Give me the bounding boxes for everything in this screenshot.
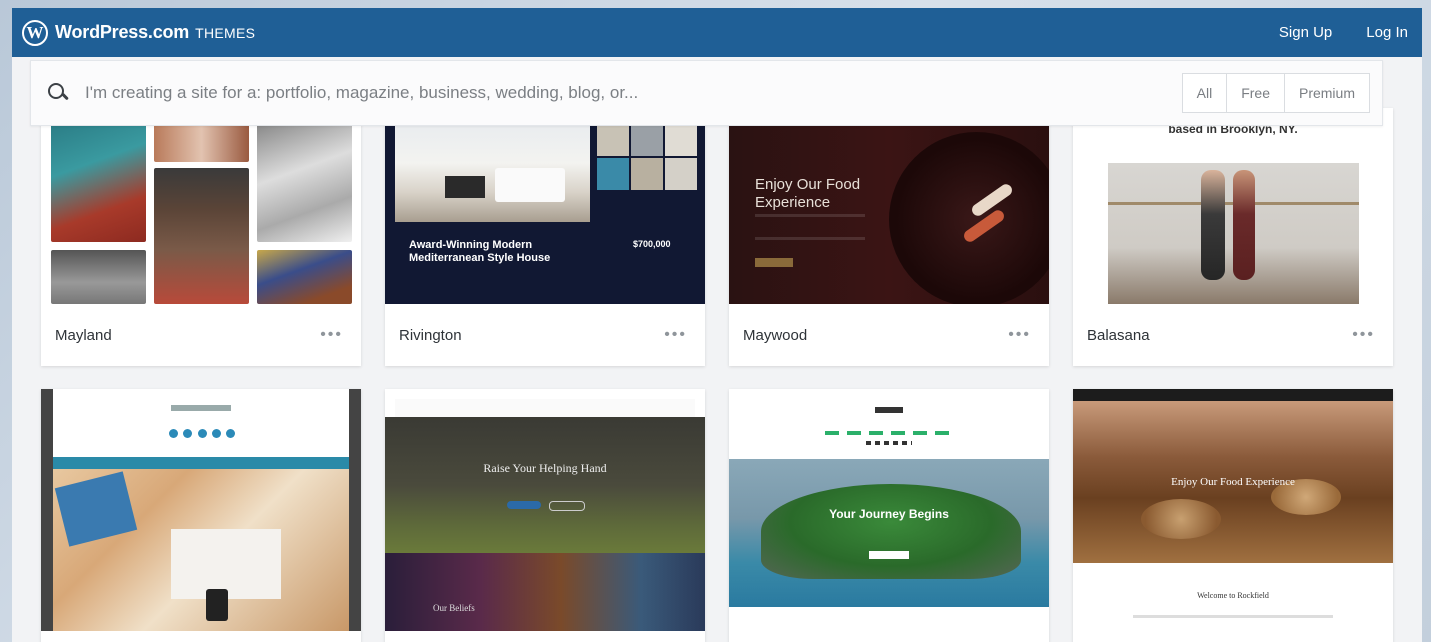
preview-title: Award-Winning Modern Mediterranean Style…	[409, 239, 551, 264]
preview-header	[395, 399, 695, 417]
preview-subtitle: Our Beliefs	[433, 603, 475, 613]
portrait-image	[154, 124, 249, 162]
portrait-image	[257, 124, 352, 242]
theme-preview: Enjoy Our Food Experience	[729, 108, 1049, 304]
theme-search-bar: All Free Premium	[30, 60, 1383, 126]
theme-preview: Award-Winning Modern Mediterranean Style…	[385, 108, 705, 304]
preview-title: Enjoy Our Food Experience	[755, 176, 861, 211]
card-footer: Balasana •••	[1073, 304, 1393, 366]
portrait-image	[51, 124, 146, 242]
preview-button	[507, 501, 541, 509]
preview-price: $700,000	[633, 239, 671, 249]
theme-card-6[interactable]: Raise Your Helping Hand Our Beliefs	[385, 389, 705, 642]
site-title-bar	[171, 405, 231, 411]
preview-button	[755, 258, 793, 267]
theme-card-7[interactable]: Your Journey Begins	[729, 389, 1049, 642]
theme-preview	[41, 389, 361, 631]
filter-premium[interactable]: Premium	[1283, 74, 1369, 112]
themes-page: W WordPress.com THEMES Sign Up Log In Al…	[12, 8, 1422, 642]
log-in-link[interactable]: Log In	[1366, 24, 1408, 41]
wordpress-logo-icon: W	[22, 19, 48, 46]
theme-name[interactable]: Mayland	[55, 327, 112, 344]
beliefs-section	[385, 553, 705, 631]
sign-up-link[interactable]: Sign Up	[1279, 24, 1332, 41]
theme-card-8[interactable]: Enjoy Our Food Experience Welcome to Roc…	[1073, 389, 1393, 642]
brand-section: THEMES	[195, 24, 256, 41]
social-icons	[866, 441, 912, 445]
card-footer: Mayland •••	[41, 304, 361, 366]
more-options-icon[interactable]: •••	[1352, 326, 1375, 344]
preview-title: Your Journey Begins	[829, 507, 949, 521]
theme-card-5[interactable]	[41, 389, 361, 642]
masthead: W WordPress.com THEMES Sign Up Log In	[12, 8, 1422, 57]
preview-title: Enjoy Our Food Experience	[1171, 476, 1295, 488]
hero-photo	[385, 417, 705, 553]
search-input[interactable]	[83, 82, 987, 104]
portrait-image	[51, 250, 146, 304]
theme-preview: Raise Your Helping Hand Our Beliefs	[385, 389, 705, 631]
theme-name[interactable]: Rivington	[399, 327, 462, 344]
preview-title: Raise Your Helping Hand	[483, 461, 607, 475]
theme-card-maywood[interactable]: Enjoy Our Food Experience Maywood •••	[729, 108, 1049, 366]
social-icons	[169, 429, 235, 439]
theme-name[interactable]: Maywood	[743, 327, 807, 344]
plate-image	[889, 132, 1049, 304]
theme-preview: Your Journey Begins	[729, 389, 1049, 631]
theme-card-mayland[interactable]: Mayland •••	[41, 108, 361, 366]
preview-nav-bar	[53, 457, 349, 469]
theme-name[interactable]: Balasana	[1087, 327, 1150, 344]
brand[interactable]: W WordPress.com THEMES	[22, 19, 256, 46]
preview-subtitle: Welcome to Rockfield	[1197, 591, 1269, 600]
preview-button	[549, 501, 585, 511]
search-icon[interactable]	[47, 82, 69, 104]
preview-button	[869, 551, 909, 559]
card-footer: Rivington •••	[385, 304, 705, 366]
brand-name: WordPress.com	[55, 22, 190, 42]
filter-all[interactable]: All	[1183, 74, 1227, 112]
theme-preview	[41, 108, 361, 304]
card-footer: Maywood •••	[729, 304, 1049, 366]
theme-card-rivington[interactable]: Award-Winning Modern Mediterranean Style…	[385, 108, 705, 366]
theme-card-balasana[interactable]: based in Brooklyn, NY. Balasana •••	[1073, 108, 1393, 366]
theme-preview: based in Brooklyn, NY.	[1073, 108, 1393, 304]
filter-free[interactable]: Free	[1226, 74, 1284, 112]
preview-menu	[825, 431, 953, 435]
preview-header	[1073, 389, 1393, 401]
more-options-icon[interactable]: •••	[1008, 326, 1031, 344]
more-options-icon[interactable]: •••	[320, 326, 343, 344]
portrait-image	[257, 250, 352, 304]
price-filter: All Free Premium	[1181, 73, 1370, 113]
more-options-icon[interactable]: •••	[664, 326, 687, 344]
portrait-image	[154, 168, 249, 304]
site-title-bar	[875, 407, 903, 413]
theme-preview: Enjoy Our Food Experience Welcome to Roc…	[1073, 389, 1393, 631]
